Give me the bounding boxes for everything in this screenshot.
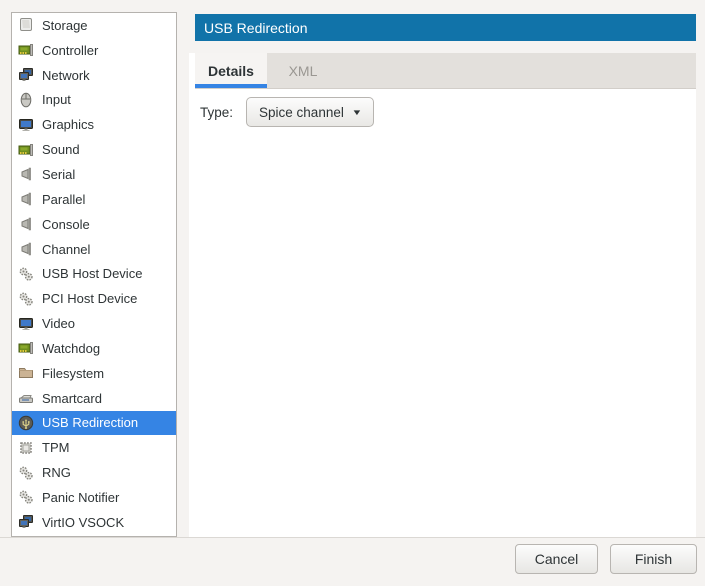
pci-card-icon	[18, 340, 34, 356]
sidebar-item-virtio-vsock[interactable]: VirtIO VSOCK	[12, 510, 176, 535]
tab-details-label: Details	[208, 63, 254, 79]
sidebar-item-label: Network	[42, 68, 90, 83]
sidebar-item-usb-redirection[interactable]: USB Redirection	[12, 411, 176, 436]
sidebar-item-label: Graphics	[42, 117, 94, 132]
chevron-down-icon: ▼	[351, 108, 362, 117]
sidebar-item-label: Input	[42, 92, 71, 107]
plug-icon	[18, 216, 34, 232]
sidebar-item-video[interactable]: Video	[12, 311, 176, 336]
tab-xml[interactable]: XML	[267, 53, 339, 88]
cancel-button[interactable]: Cancel	[515, 544, 598, 574]
sidebar-item-parallel[interactable]: Parallel	[12, 187, 176, 212]
sidebar-item-label: Controller	[42, 43, 98, 58]
sidebar-item-watchdog[interactable]: Watchdog	[12, 336, 176, 361]
details-xml-tabstrip: Details XML	[195, 53, 696, 89]
plug-icon	[18, 166, 34, 182]
sidebar-item-label: Panic Notifier	[42, 490, 119, 505]
type-dropdown-value: Spice channel	[259, 105, 344, 120]
mouse-icon	[18, 92, 34, 108]
gears-icon	[18, 465, 34, 481]
finish-button[interactable]: Finish	[610, 544, 697, 574]
monitor-icon	[18, 117, 34, 133]
monitor-icon	[18, 316, 34, 332]
sidebar-item-label: Parallel	[42, 192, 85, 207]
chip-icon	[18, 440, 34, 456]
page-title-bar: USB Redirection	[195, 14, 696, 41]
plug-icon	[18, 241, 34, 257]
sidebar-item-panic-notifier[interactable]: Panic Notifier	[12, 485, 176, 510]
sidebar-item-label: USB Redirection	[42, 415, 138, 430]
sidebar-item-channel[interactable]: Channel	[12, 237, 176, 262]
sidebar-item-label: Console	[42, 217, 90, 232]
tab-details[interactable]: Details	[195, 53, 267, 88]
type-row: Type: Spice channel ▼	[200, 97, 374, 127]
sidebar-item-usb-host-device[interactable]: USB Host Device	[12, 261, 176, 286]
folder-icon	[18, 365, 34, 381]
sidebar-item-serial[interactable]: Serial	[12, 162, 176, 187]
usb-icon	[18, 415, 34, 431]
sidebar-item-controller[interactable]: Controller	[12, 38, 176, 63]
disk-icon	[18, 17, 34, 33]
sidebar-item-label: Channel	[42, 242, 90, 257]
sidebar-item-label: VirtIO VSOCK	[42, 515, 124, 530]
sidebar-item-label: Filesystem	[42, 366, 104, 381]
sidebar-item-label: PCI Host Device	[42, 291, 137, 306]
sidebar-item-label: Sound	[42, 142, 80, 157]
computers-icon	[18, 67, 34, 83]
sidebar-item-rng[interactable]: RNG	[12, 460, 176, 485]
type-label: Type:	[200, 105, 233, 120]
sidebar-item-input[interactable]: Input	[12, 88, 176, 113]
plug-icon	[18, 191, 34, 207]
sidebar-item-label: Watchdog	[42, 341, 100, 356]
computers-icon	[18, 514, 34, 530]
sidebar-item-pci-host-device[interactable]: PCI Host Device	[12, 286, 176, 311]
sidebar-item-smartcard[interactable]: Smartcard	[12, 386, 176, 411]
page-title: USB Redirection	[204, 20, 308, 36]
sidebar-item-graphics[interactable]: Graphics	[12, 112, 176, 137]
type-dropdown[interactable]: Spice channel ▼	[246, 97, 374, 127]
sidebar-item-tpm[interactable]: TPM	[12, 435, 176, 460]
hardware-type-list: Storage Controller Network Input Graphics Sou…	[11, 12, 177, 537]
sidebar-item-network[interactable]: Network	[12, 63, 176, 88]
pci-card-icon	[18, 42, 34, 58]
add-hardware-dialog: Storage Controller Network Input Graphics Sou…	[0, 0, 705, 586]
sidebar-item-storage[interactable]: Storage	[12, 13, 176, 38]
sidebar-item-label: Storage	[42, 18, 88, 33]
sidebar-item-sound[interactable]: Sound	[12, 137, 176, 162]
sidebar-item-label: Smartcard	[42, 391, 102, 406]
sidebar-item-label: Video	[42, 316, 75, 331]
gears-icon	[18, 291, 34, 307]
sidebar-item-label: USB Host Device	[42, 266, 142, 281]
sidebar-item-filesystem[interactable]: Filesystem	[12, 361, 176, 386]
sidebar-item-label: RNG	[42, 465, 71, 480]
tab-xml-label: XML	[289, 63, 318, 79]
gears-icon	[18, 266, 34, 282]
dialog-footer: Cancel Finish	[0, 537, 705, 586]
sidebar-item-label: TPM	[42, 440, 69, 455]
card-reader-icon	[18, 390, 34, 406]
gears-icon	[18, 489, 34, 505]
sidebar-item-console[interactable]: Console	[12, 212, 176, 237]
pci-card-icon	[18, 142, 34, 158]
sidebar-item-label: Serial	[42, 167, 75, 182]
